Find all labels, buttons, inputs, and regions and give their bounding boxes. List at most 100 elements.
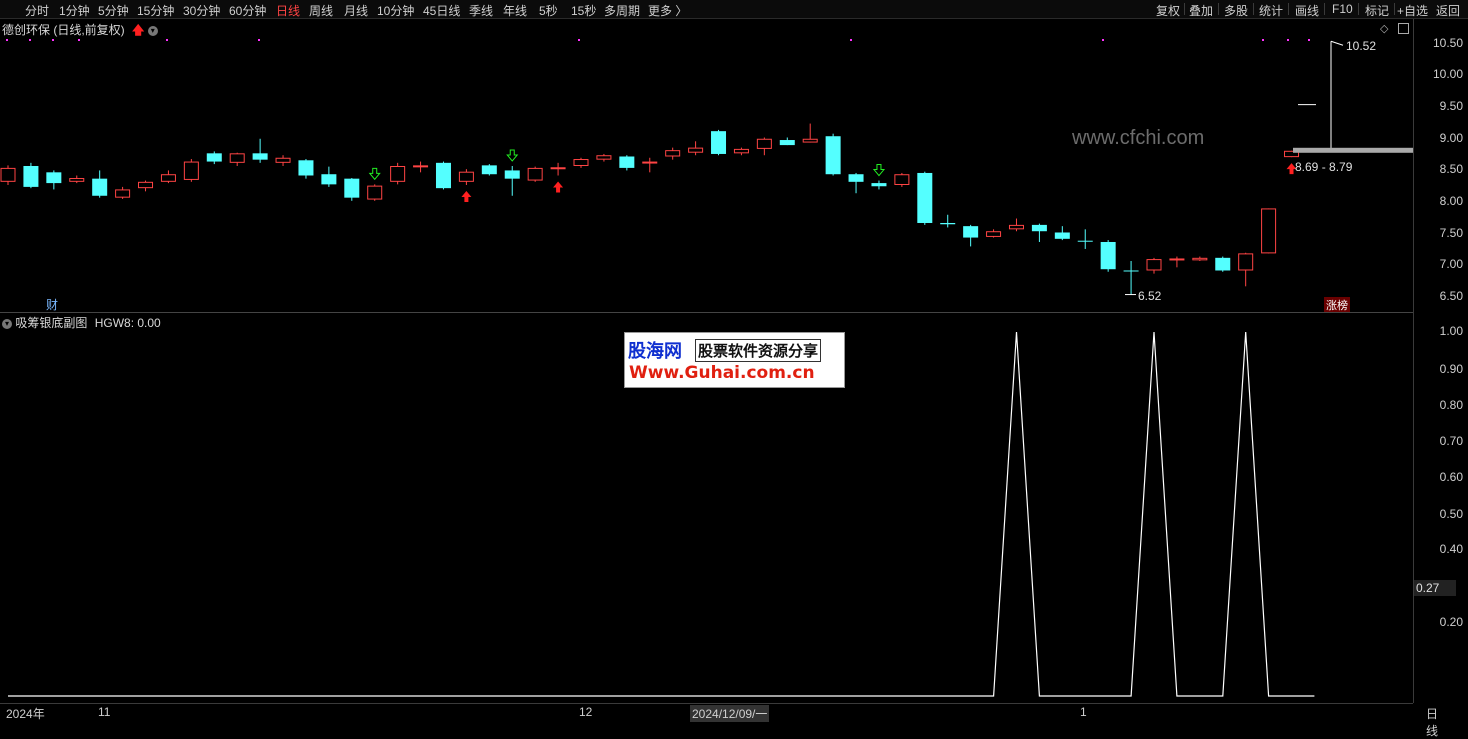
tab-1min[interactable]: 1分钟 <box>59 2 90 19</box>
candle-body-up <box>596 155 612 160</box>
candle-body-up <box>115 189 131 198</box>
marker-dot <box>166 39 168 41</box>
marker-dot <box>1262 39 1264 41</box>
candle-body-up <box>390 165 406 182</box>
marker-dot <box>1308 39 1310 41</box>
indicator-tick: 0.50 <box>1439 507 1463 521</box>
candle-body-down <box>1054 232 1070 239</box>
candle-body-down <box>46 172 62 184</box>
candle-body-down <box>963 226 979 238</box>
candle-body-down <box>92 178 108 196</box>
price-tick: 8.50 <box>1439 162 1463 176</box>
price-axis: 10.50 10.00 9.50 9.00 8.50 8.00 7.50 7.0… <box>1413 19 1468 703</box>
candle-body-up <box>413 165 429 168</box>
marker-dot <box>258 39 260 41</box>
candle-body-down <box>1100 241 1116 270</box>
badge-tagline: 股票软件资源分享 <box>695 339 822 362</box>
tab-5min[interactable]: 5分钟 <box>98 2 129 19</box>
tab-15sec[interactable]: 15秒 <box>571 2 596 19</box>
price-panel[interactable]: 德创环保 (日线,前复权) 🡅 ▾ ◇ www.cfchi.com 10.52 … <box>0 19 1413 313</box>
marker-dot <box>1102 39 1104 41</box>
divider <box>1324 3 1325 15</box>
candle-body-down <box>252 153 268 160</box>
overlay-button[interactable]: 叠加 <box>1189 2 1213 19</box>
tab-more[interactable]: 更多 〉 <box>648 2 687 19</box>
price-tick: 10.50 <box>1432 36 1463 50</box>
date-label: 1 <box>1080 705 1087 719</box>
draw-line-button[interactable]: 画线 <box>1295 2 1319 19</box>
multi-stock-button[interactable]: 多股 <box>1224 2 1248 19</box>
candlestick-chart <box>0 39 1413 296</box>
candle-body-up <box>733 148 749 154</box>
statistics-button[interactable]: 统计 <box>1259 2 1283 19</box>
candle-body-up <box>550 167 566 170</box>
candle-body-up <box>986 231 1002 237</box>
candle-body-up <box>69 178 85 182</box>
candle-body-down <box>1123 270 1139 272</box>
indicator-tick: 1.00 <box>1439 324 1463 338</box>
add-watchlist-button[interactable]: +自选 <box>1397 2 1428 19</box>
candle-body-down <box>871 183 887 187</box>
price-tick: 9.00 <box>1439 131 1463 145</box>
tab-fenshi[interactable]: 分时 <box>25 2 49 19</box>
low-price-label: 6.52 <box>1138 289 1162 303</box>
adjust-button[interactable]: 复权 <box>1156 2 1180 19</box>
candle-body-up <box>573 159 589 166</box>
candle-body-down <box>435 162 451 189</box>
tab-daily[interactable]: 日线 <box>276 2 300 19</box>
divider <box>1394 3 1395 15</box>
period-label: 日线 <box>1426 707 1439 738</box>
candle-body-up <box>1169 258 1185 261</box>
tab-quarterly[interactable]: 季线 <box>469 2 493 19</box>
candle-body-up <box>183 161 199 180</box>
financial-report-marker[interactable]: 财 <box>46 296 58 313</box>
candle-body-down <box>321 174 337 185</box>
indicator-tick: 0.40 <box>1439 542 1463 556</box>
candle-body-up <box>367 185 383 200</box>
marker-dot <box>78 39 80 41</box>
candle-body-up <box>756 138 772 149</box>
candle-body-up <box>458 171 474 182</box>
candle-body-down <box>825 136 841 175</box>
candle-body-up <box>1008 224 1024 230</box>
candle-body-down <box>481 165 497 175</box>
indicator-tick: 0.90 <box>1439 362 1463 376</box>
candle-body-up <box>1146 259 1162 271</box>
tab-weekly[interactable]: 周线 <box>309 2 333 19</box>
tab-30min[interactable]: 30分钟 <box>183 2 220 19</box>
sell-signal-arrow <box>506 149 519 162</box>
date-label: 11 <box>98 705 111 719</box>
candle-body-down <box>23 165 39 187</box>
price-tick: 7.00 <box>1439 257 1463 271</box>
date-label: 2024年 <box>6 707 45 721</box>
tab-multi-period[interactable]: 多周期 <box>604 2 640 19</box>
candle-body-up <box>160 174 176 182</box>
candle-body-down <box>848 174 864 182</box>
f10-button[interactable]: F10 <box>1332 2 1353 16</box>
tab-45day[interactable]: 45日线 <box>423 2 460 19</box>
candle-body-down <box>711 131 727 154</box>
tab-monthly[interactable]: 月线 <box>344 2 368 19</box>
high-pointer <box>1330 40 1344 46</box>
marker-dot <box>850 39 852 41</box>
tab-yearly[interactable]: 年线 <box>503 2 527 19</box>
candle-body-up <box>275 157 291 163</box>
candle-body-down <box>779 140 795 146</box>
candle-body-down <box>940 222 956 225</box>
mark-button[interactable]: 标记 <box>1365 2 1389 19</box>
price-tick: 7.50 <box>1439 226 1463 240</box>
back-button[interactable]: 返回 <box>1436 2 1460 19</box>
tab-15min[interactable]: 15分钟 <box>137 2 174 19</box>
candle-body-up <box>0 167 16 182</box>
candle-body-down <box>504 170 520 179</box>
date-axis: 2024年 11 12 2024/12/09/一 1 日线 <box>0 703 1438 738</box>
buy-signal-arrow <box>461 190 472 202</box>
watermark-text: www.cfchi.com <box>1072 127 1205 149</box>
candle-body-up <box>894 174 910 185</box>
tab-5sec[interactable]: 5秒 <box>539 2 558 19</box>
tab-10min[interactable]: 10分钟 <box>377 2 414 19</box>
candle-body-up <box>229 153 245 163</box>
candle-body-down <box>1077 240 1093 242</box>
tab-60min[interactable]: 60分钟 <box>229 2 266 19</box>
limit-up-badge[interactable]: 涨榜 <box>1324 297 1350 313</box>
